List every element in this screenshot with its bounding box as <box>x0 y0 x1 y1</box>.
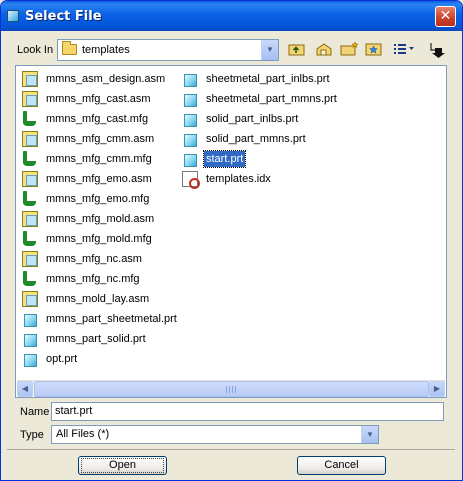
prt-file-icon <box>22 331 38 347</box>
asm-file-icon <box>22 291 38 307</box>
asm-file-icon <box>22 251 38 267</box>
prt-file-icon <box>182 131 198 147</box>
asm-file-icon <box>22 71 38 87</box>
favorites-folder-button[interactable] <box>363 41 385 61</box>
name-label: Name <box>20 406 50 418</box>
open-button[interactable]: Open <box>78 456 167 475</box>
file-name: mmns_mfg_cmm.mfg <box>46 153 152 165</box>
file-name: mmns_asm_design.asm <box>46 73 166 85</box>
asm-file-icon <box>22 211 38 227</box>
file-name: mmns_mfg_cast.asm <box>46 93 151 105</box>
prt-file-icon <box>22 351 38 367</box>
select-file-dialog: Select File ✕ Look In templates ▼ mmns_a… <box>0 0 463 481</box>
prt-file-icon <box>182 91 198 107</box>
chevron-down-icon[interactable]: ▼ <box>361 426 378 443</box>
mfg-file-icon <box>22 191 38 207</box>
mfg-file-icon <box>22 111 38 127</box>
open-button-label: Open <box>109 459 136 471</box>
file-name: mmns_mold_lay.asm <box>46 293 150 305</box>
close-icon: ✕ <box>439 8 452 24</box>
file-name: mmns_mfg_emo.asm <box>46 173 152 185</box>
file-name: start.prt <box>202 150 247 168</box>
file-name: mmns_part_sheetmetal.prt <box>46 313 177 325</box>
home-folder-icon <box>316 43 332 56</box>
prt-file-icon <box>182 111 198 127</box>
mfg-file-icon <box>22 151 38 167</box>
favorites-folder-icon <box>365 43 382 56</box>
file-name: solid_part_inlbs.prt <box>206 113 299 125</box>
look-in-value: templates <box>82 44 130 56</box>
view-menu-icon <box>394 44 414 54</box>
sort-icon <box>430 43 445 58</box>
file-name: sheetmetal_part_mmns.prt <box>206 93 337 105</box>
mfg-file-icon <box>22 231 38 247</box>
cancel-button[interactable]: Cancel <box>297 456 386 475</box>
new-folder-button[interactable] <box>339 41 361 61</box>
scroll-thumb[interactable] <box>34 381 429 397</box>
prt-file-icon <box>182 151 198 167</box>
file-name: mmns_part_solid.prt <box>46 333 146 345</box>
chevron-left-icon: ◀ <box>21 384 29 393</box>
home-folder-button[interactable] <box>313 41 335 61</box>
scroll-left-button[interactable]: ◀ <box>17 381 33 397</box>
window-title: Select File <box>25 9 102 24</box>
prt-file-icon <box>22 311 38 327</box>
button-divider <box>7 449 455 450</box>
look-in-dropdown[interactable]: templates ▼ <box>57 39 279 61</box>
sort-button[interactable] <box>426 41 448 61</box>
chevron-right-icon: ▶ <box>433 384 441 393</box>
scroll-grip-icon <box>226 386 236 393</box>
file-name: mmns_mfg_mold.mfg <box>46 233 152 245</box>
file-name: sheetmetal_part_inlbs.prt <box>206 73 330 85</box>
file-name: mmns_mfg_mold.asm <box>46 213 155 225</box>
title-bar[interactable]: Select File ✕ <box>1 1 462 31</box>
file-name: solid_part_mmns.prt <box>206 133 306 145</box>
file-name: opt.prt <box>46 353 78 365</box>
chevron-down-icon[interactable]: ▼ <box>261 40 278 60</box>
file-name: mmns_mfg_cast.mfg <box>46 113 149 125</box>
file-type-dropdown[interactable]: All Files (*) ▼ <box>51 425 379 444</box>
new-folder-icon <box>340 41 359 56</box>
view-menu-button[interactable] <box>391 41 417 61</box>
file-name: mmns_mfg_nc.mfg <box>46 273 140 285</box>
asm-file-icon <box>22 131 38 147</box>
file-name: mmns_mfg_cmm.asm <box>46 133 155 145</box>
mfg-file-icon <box>22 271 38 287</box>
up-folder-icon <box>288 44 305 56</box>
type-label: Type <box>20 429 44 441</box>
asm-file-icon <box>22 171 38 187</box>
file-type-value: All Files (*) <box>56 428 110 440</box>
file-list[interactable]: mmns_asm_design.asm mmns_mfg_cast.asmmmns… <box>15 65 447 398</box>
prt-file-icon <box>182 71 198 87</box>
horizontal-scrollbar[interactable]: ◀ ▶ <box>17 380 445 397</box>
file-name: mmns_mfg_nc.asm <box>46 253 142 265</box>
file-name-input[interactable]: start.prt <box>51 402 444 421</box>
file-name: mmns_mfg_emo.mfg <box>46 193 150 205</box>
app-icon <box>7 10 19 22</box>
scroll-right-button[interactable]: ▶ <box>429 381 445 397</box>
asm-file-icon <box>22 91 38 107</box>
look-in-label: Look In <box>17 44 54 56</box>
cancel-button-label: Cancel <box>324 459 359 471</box>
close-button[interactable]: ✕ <box>435 6 456 27</box>
idx-file-icon <box>182 171 200 189</box>
up-folder-button[interactable] <box>286 41 308 61</box>
file-name: templates.idx <box>206 173 271 185</box>
folder-icon <box>62 41 77 55</box>
